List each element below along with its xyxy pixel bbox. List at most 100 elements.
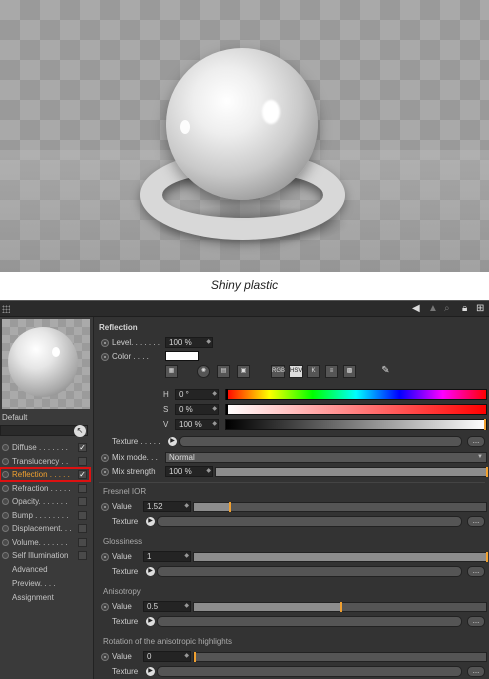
fresnel-value-field[interactable]: 1.52 ◆ <box>143 501 191 512</box>
anisotropy-slider[interactable] <box>193 602 487 612</box>
texture-menu-icon[interactable]: ▶ <box>146 567 155 576</box>
animate-radio-icon[interactable] <box>101 454 109 462</box>
glossiness-texture-slot[interactable] <box>157 566 462 577</box>
animate-radio-icon[interactable] <box>101 653 109 661</box>
texture-browse-button[interactable]: ... <box>467 666 485 677</box>
animate-radio-icon[interactable] <box>2 444 9 451</box>
fresnel-texture-row: Texture ▶... <box>95 516 489 528</box>
level-field[interactable]: 100 % ◆ <box>165 337 213 348</box>
texture-menu-icon[interactable]: ▶ <box>168 437 177 446</box>
material-thumbnail[interactable] <box>2 319 90 409</box>
new-panel-icon[interactable]: ⊞ <box>476 303 484 315</box>
animate-radio-icon[interactable] <box>2 471 9 478</box>
swatch-mode-icon[interactable]: ▩ <box>343 365 356 378</box>
reflection-panel: Reflection Level. . . . . . . 100 % ◆ Col… <box>95 317 489 679</box>
mix-mode-select[interactable]: Normal ▼ <box>165 452 487 463</box>
image-icon[interactable]: ▣ <box>237 365 250 378</box>
mixer-mode-icon[interactable]: ≡ <box>325 365 338 378</box>
v-field[interactable]: 100 % ◆ <box>175 419 219 430</box>
channel-label: Displacement. . . <box>12 524 72 533</box>
animate-radio-icon[interactable] <box>101 553 109 561</box>
channel-checkbox[interactable] <box>78 497 87 506</box>
channel-item[interactable]: Self Illumination <box>0 549 90 562</box>
animate-radio-icon[interactable] <box>101 339 109 347</box>
channel-checkbox[interactable] <box>78 483 87 493</box>
channel-item[interactable]: Reflection . . . . . ✓ <box>0 467 91 482</box>
anisotropy-texture-row: Texture ▶... <box>95 616 489 628</box>
texture-browse-button[interactable]: ... <box>467 566 485 577</box>
nav-assignment[interactable]: Assignment <box>12 593 54 602</box>
eyedropper-icon[interactable]: ✎ <box>379 365 392 378</box>
animate-radio-icon[interactable] <box>2 525 9 532</box>
channel-checkbox[interactable] <box>78 537 87 547</box>
fresnel-texture-slot[interactable] <box>157 516 462 527</box>
value-slider[interactable] <box>225 419 487 430</box>
animate-radio-icon[interactable] <box>2 498 9 505</box>
texture-menu-icon[interactable]: ▶ <box>146 667 155 676</box>
arrow-up-icon[interactable]: ▲ <box>428 303 438 315</box>
reflection-texture-row: Texture . . . . . ▶ ... <box>95 436 489 448</box>
fresnel-slider[interactable] <box>193 502 487 512</box>
mix-strength-field[interactable]: 100 % ◆ <box>165 466 213 477</box>
texture-browse-button[interactable]: ... <box>467 616 485 627</box>
color-swatch[interactable] <box>165 351 199 361</box>
texture-slot[interactable] <box>179 436 462 447</box>
animate-radio-icon[interactable] <box>2 484 9 492</box>
channel-checkbox[interactable]: ✓ <box>78 443 87 452</box>
kelvin-mode-icon[interactable]: K <box>307 365 320 378</box>
color-gradient-icon[interactable]: ▤ <box>217 365 230 378</box>
picker-icon[interactable]: ↖ <box>74 425 86 437</box>
animate-radio-icon[interactable] <box>101 503 109 511</box>
arrow-left-icon[interactable]: ◀ <box>412 303 420 315</box>
animate-radio-icon[interactable] <box>2 552 9 559</box>
nav-preview[interactable]: Preview. . . . <box>12 579 56 588</box>
channel-item[interactable]: Volume. . . . . . . <box>0 536 90 549</box>
animate-radio-icon[interactable] <box>101 603 109 611</box>
channel-item[interactable]: Diffuse . . . . . . . ✓ <box>0 441 90 454</box>
texture-browse-button[interactable]: ... <box>467 436 485 447</box>
channel-checkbox[interactable] <box>78 551 87 560</box>
color-picker-spectrum-icon[interactable]: ▦ <box>165 365 178 378</box>
texture-menu-icon[interactable]: ▶ <box>146 517 155 526</box>
channel-item[interactable]: Opacity. . . . . . . <box>0 495 90 508</box>
glossiness-texture-label: Texture <box>112 567 139 576</box>
fresnel-value-row: Value 1.52 ◆ <box>95 501 489 513</box>
channel-item[interactable]: Displacement. . . <box>0 522 90 535</box>
search-icon[interactable]: ⌕ <box>444 303 450 315</box>
hsv-mode-button[interactable]: HSV <box>289 365 303 378</box>
saturation-slider[interactable] <box>225 404 487 415</box>
s-label: S <box>163 405 169 414</box>
texture-menu-icon[interactable]: ▶ <box>146 617 155 626</box>
rotation-value-label: Value <box>112 652 132 661</box>
channel-checkbox[interactable] <box>78 456 87 466</box>
hue-slider[interactable] <box>225 389 487 400</box>
channel-checkbox[interactable] <box>78 524 87 533</box>
rotation-value-field[interactable]: 0 ◆ <box>143 651 191 662</box>
h-field[interactable]: 0 ° ◆ <box>175 389 219 400</box>
animate-radio-icon[interactable] <box>2 457 9 465</box>
channel-checkbox[interactable]: ✓ <box>78 470 87 479</box>
rotation-slider[interactable] <box>193 652 487 662</box>
rotation-texture-slot[interactable] <box>157 666 462 677</box>
nav-advanced[interactable]: Advanced <box>12 565 48 574</box>
channel-checkbox[interactable] <box>78 510 87 520</box>
glossiness-value-field[interactable]: 1 ◆ <box>143 551 191 562</box>
animate-radio-icon[interactable] <box>2 511 9 519</box>
anisotropy-texture-slot[interactable] <box>157 616 462 627</box>
channel-item[interactable]: Refraction . . . . . <box>0 482 90 495</box>
channel-item[interactable]: Translucency . . <box>0 455 90 468</box>
mix-strength-slider[interactable] <box>215 467 488 477</box>
rgb-mode-button[interactable]: RGB <box>271 365 285 378</box>
animate-radio-icon[interactable] <box>101 468 109 476</box>
grip-handle-icon[interactable] <box>2 305 10 313</box>
section-title-fresnel: Fresnel IOR <box>103 487 147 496</box>
animate-radio-icon[interactable] <box>101 353 109 361</box>
color-wheel-icon[interactable]: ✺ <box>197 365 210 378</box>
anisotropy-value-field[interactable]: 0.5 ◆ <box>143 601 191 612</box>
channel-item[interactable]: Bump . . . . . . . . <box>0 509 90 522</box>
animate-radio-icon[interactable] <box>2 538 9 546</box>
s-field[interactable]: 0 % ◆ <box>175 404 219 415</box>
lock-icon[interactable]: 🔒︎ <box>462 303 467 315</box>
texture-browse-button[interactable]: ... <box>467 516 485 527</box>
glossiness-slider[interactable] <box>193 552 488 562</box>
